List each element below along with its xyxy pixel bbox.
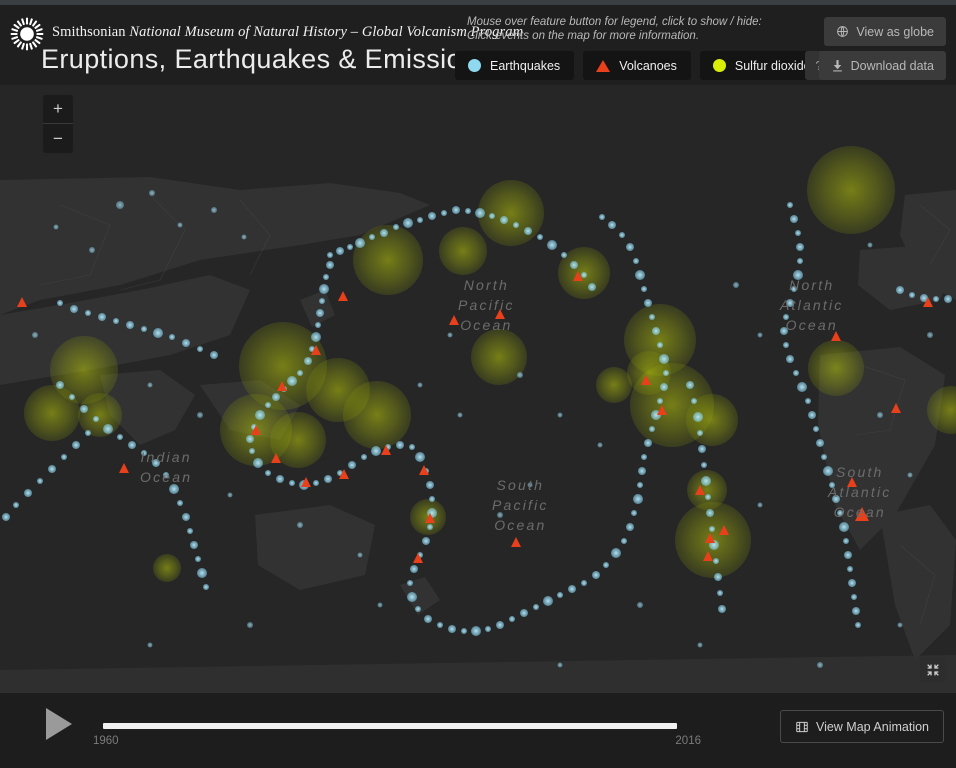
timeline-bar: 1960 2016 View Map Animation [0, 693, 956, 768]
view-as-globe-label: View as globe [856, 24, 934, 39]
brand-prefix: Smithsonian [52, 24, 126, 40]
zoom-in-button[interactable]: + [43, 95, 73, 124]
volcanism-map-app: Smithsonian National Museum of Natural H… [0, 0, 956, 768]
download-data-button[interactable]: Download data [818, 51, 946, 80]
timeline-track[interactable] [103, 723, 677, 729]
timeline-end-year: 2016 [675, 735, 701, 747]
timeline-start-year: 1960 [93, 735, 119, 747]
collapse-fullscreen-icon[interactable] [920, 657, 946, 683]
view-map-animation-label: View Map Animation [815, 719, 929, 734]
legend-label-volcanoes: Volcanoes [619, 58, 677, 73]
play-triangle-icon[interactable] [46, 708, 72, 740]
view-as-globe-button[interactable]: View as globe [824, 17, 946, 46]
legend-label-earthquakes: Earthquakes [490, 58, 561, 73]
circle-icon [468, 59, 481, 72]
legend-buttons: Earthquakes Volcanoes Sulfur dioxide [455, 51, 825, 80]
film-strip-icon [795, 720, 808, 733]
page-header: Smithsonian National Museum of Natural H… [0, 5, 956, 85]
brand-subtitle: National Museum of Natural History – Glo… [129, 24, 524, 40]
zoom-out-button[interactable]: − [43, 124, 73, 153]
page-title: Eruptions, Earthquakes & Emissions [41, 44, 492, 74]
map-canvas[interactable] [0, 85, 956, 693]
download-arrow-icon [831, 59, 844, 72]
timeline-slider[interactable]: 1960 2016 [93, 723, 701, 747]
map-viewport[interactable]: North Pacific Ocean South Pacific Ocean Nort… [0, 85, 956, 693]
circle-icon [712, 59, 726, 72]
download-data-label: Download data [850, 58, 934, 73]
map-zoom-controls: + − [43, 95, 73, 153]
view-map-animation-button[interactable]: View Map Animation [779, 710, 944, 743]
instructions-line-2: Click events on the map for more informa… [467, 30, 700, 42]
brand-text: Smithsonian National Museum of Natural H… [52, 24, 523, 41]
triangle-icon [596, 59, 611, 72]
legend-label-sulfur-dioxide: Sulfur dioxide [734, 58, 811, 73]
legend-button-earthquakes[interactable]: Earthquakes [455, 51, 575, 80]
smithsonian-sunburst-icon [10, 17, 44, 51]
legend-button-volcanoes[interactable]: Volcanoes [583, 51, 691, 80]
instructions: Mouse over feature button for legend, cl… [467, 15, 797, 43]
globe-icon [836, 25, 849, 38]
instructions-line-1: Mouse over feature button for legend, cl… [467, 16, 762, 28]
